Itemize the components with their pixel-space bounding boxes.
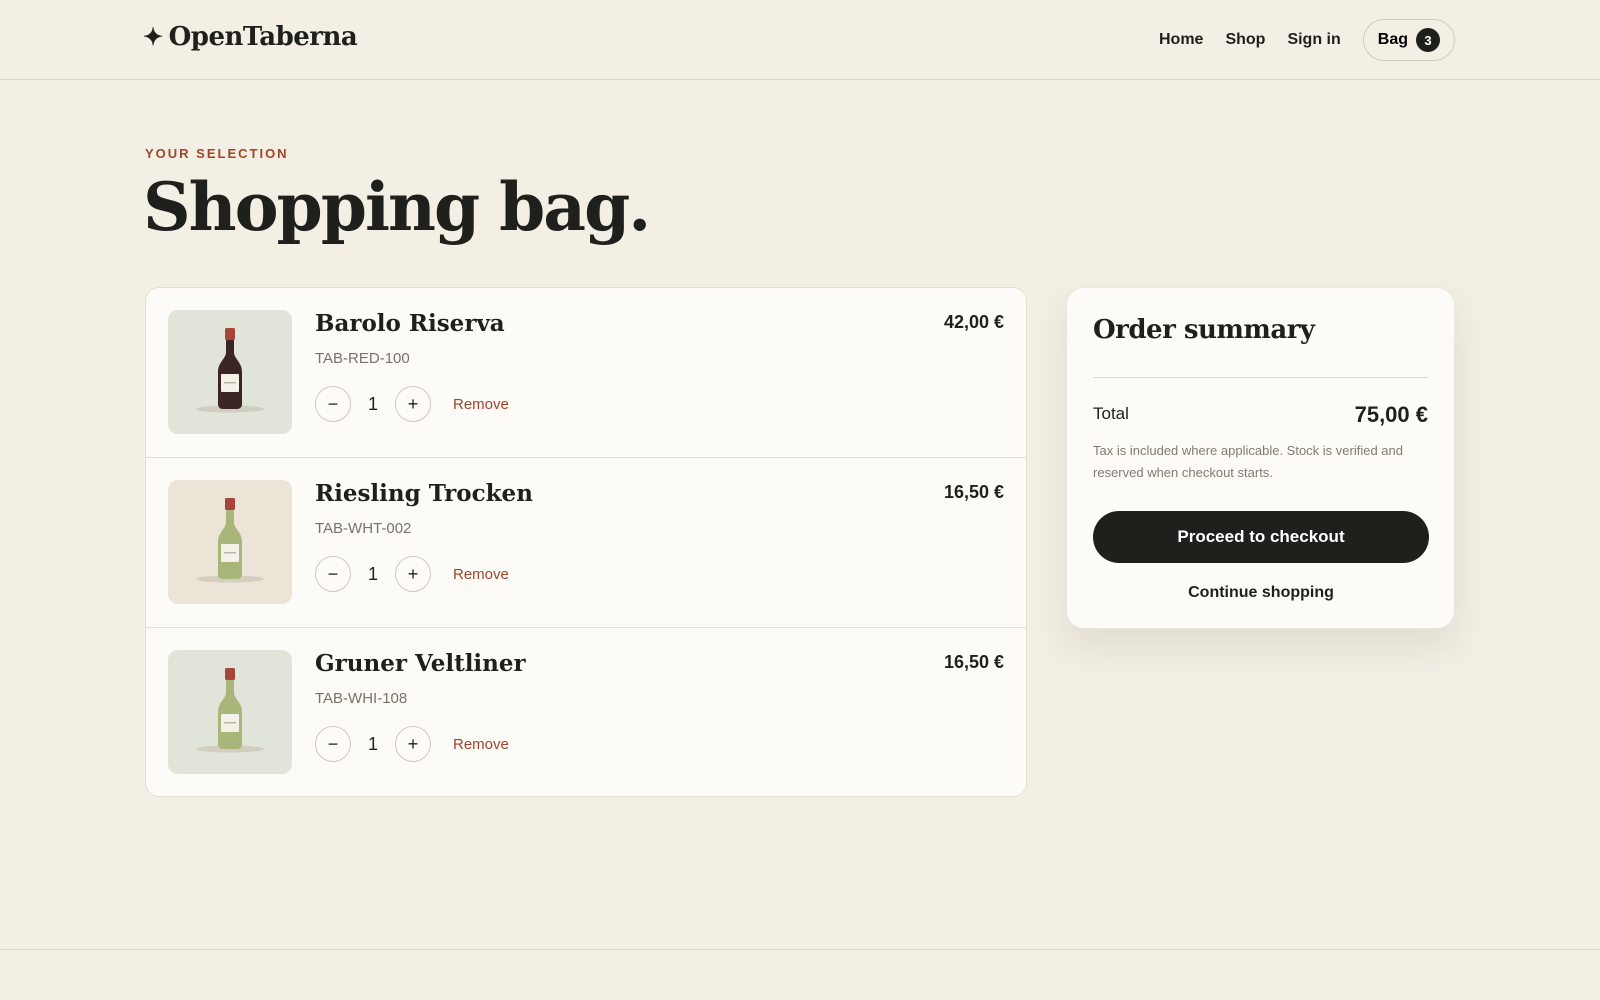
decrement-button[interactable]: − <box>315 386 351 422</box>
cart-item: Gruner Veltliner TAB-WHI-108 − 1 + Remov… <box>146 628 1026 796</box>
quantity-value: 1 <box>367 393 378 414</box>
total-value: 75,00 € <box>1354 402 1428 427</box>
summary-divider <box>1093 377 1428 378</box>
page-title: Shopping bag. <box>143 168 651 246</box>
decrement-button[interactable]: − <box>315 726 351 762</box>
product-price: 16,50 € <box>943 482 1004 502</box>
red-wine-bottle-icon <box>196 328 264 413</box>
continue-shopping-link[interactable]: Continue shopping <box>1093 584 1429 602</box>
star-logo-icon: ✦ <box>143 22 163 51</box>
nav-shop[interactable]: Shop <box>1225 31 1265 49</box>
product-name[interactable]: Barolo Riserva <box>315 310 505 337</box>
cart-list: Barolo Riserva TAB-RED-100 − 1 + Remove … <box>145 287 1027 797</box>
quantity-value: 1 <box>367 563 378 584</box>
order-summary: Order summary Total 75,00 € Tax is inclu… <box>1066 287 1455 629</box>
product-thumbnail[interactable] <box>168 480 292 604</box>
decrement-button[interactable]: − <box>315 556 351 592</box>
quantity-stepper: − 1 + Remove <box>315 556 509 592</box>
product-sku: TAB-WHI-108 <box>315 690 408 707</box>
product-sku: TAB-WHT-002 <box>315 520 412 537</box>
increment-button[interactable]: + <box>395 556 431 592</box>
quantity-stepper: − 1 + Remove <box>315 726 509 762</box>
increment-button[interactable]: + <box>395 726 431 762</box>
remove-button[interactable]: Remove <box>453 396 509 413</box>
site-footer <box>0 949 1600 1000</box>
product-name[interactable]: Gruner Veltliner <box>315 650 526 677</box>
main-nav: Home Shop Sign in Bag 3 <box>1159 19 1455 61</box>
product-thumbnail[interactable] <box>168 310 292 434</box>
white-wine-bottle-icon <box>196 498 264 583</box>
quantity-value: 1 <box>367 733 378 754</box>
product-name[interactable]: Riesling Trocken <box>315 480 533 507</box>
product-thumbnail[interactable] <box>168 650 292 774</box>
logo[interactable]: ✦ OpenTaberna <box>143 22 358 52</box>
cart-item: Riesling Trocken TAB-WHT-002 − 1 + Remov… <box>146 458 1026 628</box>
nav-home[interactable]: Home <box>1159 31 1203 49</box>
logo-text: OpenTaberna <box>168 22 358 52</box>
quantity-stepper: − 1 + Remove <box>315 386 509 422</box>
page-eyebrow: YOUR SELECTION <box>145 146 289 161</box>
checkout-button[interactable]: Proceed to checkout <box>1093 511 1429 563</box>
bag-button[interactable]: Bag 3 <box>1362 19 1455 61</box>
summary-note: Tax is included where applicable. Stock … <box>1093 443 1404 480</box>
cart-item: Barolo Riserva TAB-RED-100 − 1 + Remove … <box>146 288 1026 458</box>
summary-title: Order summary <box>1093 315 1315 345</box>
bag-label: Bag <box>1377 31 1408 48</box>
bag-count-badge: 3 <box>1416 28 1440 52</box>
increment-button[interactable]: + <box>395 386 431 422</box>
product-price: 16,50 € <box>943 652 1004 672</box>
site-header: ✦ OpenTaberna Home Shop Sign in Bag 3 <box>0 0 1600 80</box>
product-price: 42,00 € <box>943 312 1004 332</box>
product-sku: TAB-RED-100 <box>315 350 410 367</box>
remove-button[interactable]: Remove <box>453 566 509 583</box>
white-wine-bottle-icon <box>196 668 264 753</box>
remove-button[interactable]: Remove <box>453 736 509 753</box>
nav-sign-in[interactable]: Sign in <box>1287 31 1340 49</box>
total-label: Total <box>1093 404 1129 423</box>
